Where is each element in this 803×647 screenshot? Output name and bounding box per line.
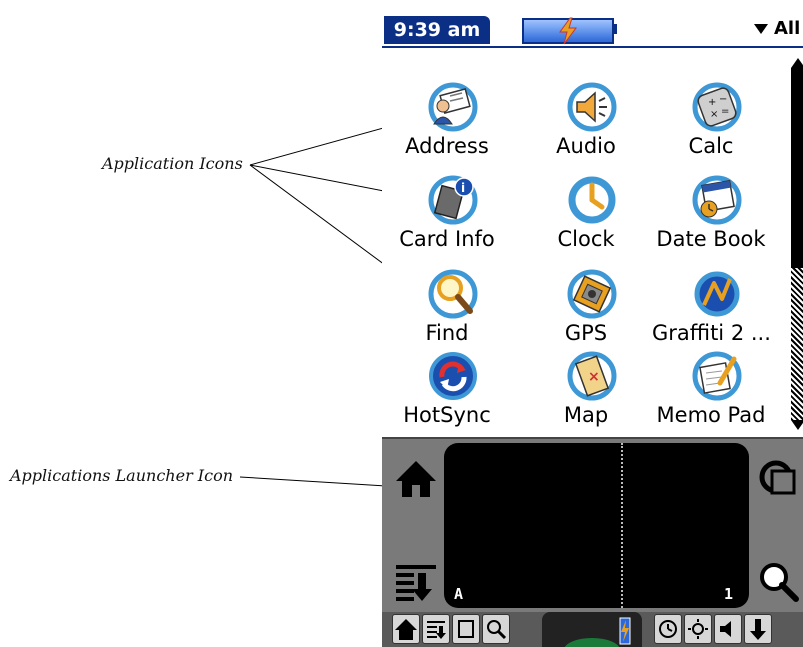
app-calc[interactable]: + − × = Calc bbox=[652, 82, 770, 177]
address-icon bbox=[428, 82, 478, 132]
app-card-info[interactable]: i Card Info bbox=[388, 175, 506, 270]
scroll-up-arrow[interactable] bbox=[791, 58, 803, 68]
status-bar: 9:39 am All bbox=[382, 12, 803, 48]
app-label: Card Info bbox=[399, 227, 495, 251]
app-label: Date Book bbox=[656, 227, 766, 251]
clock-button[interactable] bbox=[654, 614, 682, 644]
audio-icon bbox=[567, 82, 617, 132]
hotsync-icon bbox=[429, 352, 477, 400]
graffiti-writing-pad[interactable]: A 1 bbox=[444, 443, 749, 608]
signal-battery-area bbox=[542, 612, 642, 647]
app-label: Clock bbox=[557, 227, 615, 251]
card-info-icon: i bbox=[428, 175, 478, 225]
svg-text:=: = bbox=[721, 106, 729, 117]
svg-text:×: × bbox=[710, 109, 718, 120]
app-label: Calc bbox=[688, 134, 734, 158]
svg-text:+: + bbox=[708, 97, 716, 108]
home-button[interactable] bbox=[392, 614, 420, 644]
category-dropdown[interactable]: All bbox=[754, 18, 800, 42]
scroll-down-button[interactable] bbox=[744, 614, 772, 644]
arrow-down-icon bbox=[750, 619, 766, 640]
palm-device-screen: 9:39 am All Address Audio + − × = Calc i… bbox=[382, 0, 803, 647]
graffiti-divider bbox=[621, 443, 623, 608]
dropdown-arrow-icon bbox=[754, 24, 768, 34]
brightness-button[interactable] bbox=[684, 614, 712, 644]
number-area-label: 1 bbox=[724, 585, 734, 603]
application-icons-callout: Application Icons bbox=[102, 154, 243, 173]
battery-icon[interactable] bbox=[522, 17, 614, 45]
app-label: Address bbox=[405, 134, 489, 158]
app-label: Map bbox=[563, 403, 609, 427]
app-date-book[interactable]: Date Book bbox=[652, 175, 770, 270]
date-book-icon bbox=[692, 175, 742, 225]
letter-area-label: A bbox=[454, 585, 464, 603]
scroll-down-arrow[interactable] bbox=[791, 420, 803, 430]
search-small-icon bbox=[487, 620, 507, 640]
app-map[interactable]: × Map bbox=[527, 351, 645, 446]
menu-icon[interactable] bbox=[394, 559, 438, 603]
app-graffiti[interactable]: Graffiti 2 ... bbox=[652, 269, 771, 364]
app-address[interactable]: Address bbox=[388, 82, 506, 177]
status-bar-bottom bbox=[382, 612, 803, 647]
app-label: Audio bbox=[556, 134, 616, 158]
home-icon[interactable] bbox=[394, 457, 438, 501]
app-label: Memo Pad bbox=[656, 403, 766, 427]
application-grid: Address Audio + − × = Calc i Card Info C… bbox=[382, 48, 782, 434]
app-clock[interactable]: Clock bbox=[527, 175, 645, 270]
map-icon: × bbox=[567, 351, 617, 401]
app-memo-pad[interactable]: Memo Pad bbox=[652, 351, 770, 446]
home-small-icon bbox=[395, 619, 417, 640]
battery-status-icon bbox=[564, 617, 631, 647]
speaker-icon bbox=[720, 621, 731, 637]
graffiti-icon bbox=[694, 271, 740, 317]
app-find[interactable]: Find bbox=[388, 269, 506, 364]
app-label: Graffiti 2 ... bbox=[652, 321, 771, 345]
menu-small-icon bbox=[427, 621, 446, 639]
category-label: All bbox=[774, 18, 801, 39]
app-label: GPS bbox=[564, 321, 608, 345]
gps-icon bbox=[567, 269, 617, 319]
battery-tip bbox=[612, 24, 617, 34]
app-gps[interactable]: GPS bbox=[527, 269, 645, 364]
find-icon bbox=[428, 269, 478, 319]
app-label: HotSync bbox=[403, 403, 491, 427]
find-button[interactable] bbox=[482, 614, 510, 644]
volume-button[interactable] bbox=[714, 614, 742, 644]
scrollbar-thumb[interactable] bbox=[791, 68, 803, 268]
find-search-icon[interactable] bbox=[756, 559, 800, 603]
memo-pad-icon bbox=[692, 351, 742, 401]
rotate-small-icon bbox=[458, 620, 474, 638]
svg-text:−: − bbox=[719, 94, 727, 105]
app-label: Find bbox=[425, 321, 469, 345]
svg-text:×: × bbox=[588, 369, 600, 385]
launcher-icon-callout: Applications Launcher Icon bbox=[10, 466, 234, 485]
calc-icon: + − × = bbox=[692, 82, 742, 132]
menu-button[interactable] bbox=[422, 614, 450, 644]
svg-text:i: i bbox=[461, 181, 465, 195]
clock-small-icon bbox=[659, 620, 677, 638]
rotate-screen-icon[interactable] bbox=[756, 457, 800, 501]
app-audio[interactable]: Audio bbox=[527, 82, 645, 177]
clock-icon bbox=[568, 176, 616, 224]
graffiti-input-area: A 1 bbox=[382, 437, 803, 612]
brightness-icon bbox=[688, 619, 708, 639]
clock-display[interactable]: 9:39 am bbox=[384, 16, 490, 44]
app-hotsync[interactable]: HotSync bbox=[388, 351, 506, 446]
rotate-button[interactable] bbox=[452, 614, 480, 644]
charging-bolt-icon bbox=[559, 17, 577, 45]
